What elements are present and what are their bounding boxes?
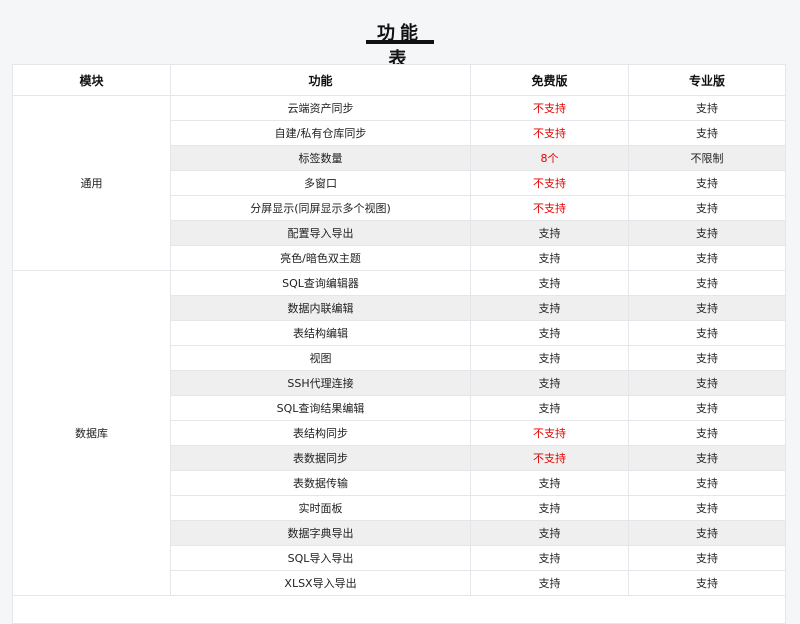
pro-edition-cell: 支持: [696, 402, 718, 415]
feature-cell: SQL查询编辑器: [171, 271, 471, 295]
pro-edition-cell: 支持: [696, 527, 718, 540]
feature-cell: 实时面板: [171, 496, 471, 520]
feature-cell: 表数据传输: [171, 471, 471, 495]
feature-cell: 分屏显示(同屏显示多个视图): [171, 196, 471, 220]
free-edition-cell: 支持: [471, 571, 629, 595]
feature-cell: 表结构同步: [171, 421, 471, 445]
free-edition-cell: 不支持: [471, 196, 629, 220]
pro-edition-cell: 不限制: [690, 152, 724, 165]
table-row: 云端资产同步 不支持 支持: [171, 96, 785, 121]
free-edition-cell: 不支持: [471, 96, 629, 120]
table-row: 表结构同步 不支持 支持: [171, 421, 785, 446]
table-row: 配置导入导出 支持 支持: [171, 221, 785, 246]
module-cell: 通用: [13, 96, 171, 271]
table-row: 标签数量 8个 不限制: [171, 146, 785, 171]
module-cell: 数据库: [13, 271, 171, 596]
table-row: 亮色/暗色双主题 支持 支持: [171, 246, 785, 271]
free-edition-cell: 支持: [471, 296, 629, 320]
pro-edition-cell: 支持: [696, 252, 718, 265]
table-row: 表数据传输 支持 支持: [171, 471, 785, 496]
pro-edition-cell: 支持: [696, 552, 718, 565]
feature-cell: 数据内联编辑: [171, 296, 471, 320]
feature-cell: 表结构编辑: [171, 321, 471, 345]
table-row: 自建/私有仓库同步 不支持 支持: [171, 121, 785, 146]
free-edition-cell: 支持: [471, 496, 629, 520]
table-row: 表结构编辑 支持 支持: [171, 321, 785, 346]
feature-cell: 数据字典导出: [171, 521, 471, 545]
pro-edition-cell: 支持: [696, 177, 718, 190]
free-edition-cell: 不支持: [471, 171, 629, 195]
header-pro: 专业版: [688, 73, 725, 88]
feature-cell: 表数据同步: [171, 446, 471, 470]
feature-cell: 多窗口: [171, 171, 471, 195]
pro-edition-cell: 支持: [696, 352, 718, 365]
free-edition-cell: 支持: [471, 346, 629, 370]
free-edition-cell: 支持: [471, 371, 629, 395]
table-row: 数据内联编辑 支持 支持: [171, 296, 785, 321]
table-row: 分屏显示(同屏显示多个视图) 不支持 支持: [171, 196, 785, 221]
pro-edition-cell: 支持: [696, 377, 718, 390]
free-edition-cell: 支持: [471, 221, 629, 245]
table-row: 视图 支持 支持: [171, 346, 785, 371]
table-row: SQL导入导出 支持 支持: [171, 546, 785, 571]
pro-edition-cell: 支持: [696, 127, 718, 140]
feature-table: 模块 功能 免费版 专业版 通用 数据库 云端资产同步 不支持 支持 自建/私有仓库同步…: [12, 64, 786, 624]
feature-cell: 云端资产同步: [171, 96, 471, 120]
pro-edition-cell: 支持: [696, 477, 718, 490]
feature-cell: 配置导入导出: [171, 221, 471, 245]
table-row: 多窗口 不支持 支持: [171, 171, 785, 196]
pro-edition-cell: 支持: [696, 227, 718, 240]
pro-edition-cell: 支持: [696, 302, 718, 315]
table-header: 模块 功能 免费版 专业版: [13, 65, 785, 96]
title-area: 功能表: [0, 0, 800, 70]
pro-edition-cell: 支持: [696, 502, 718, 515]
feature-cell: SQL查询结果编辑: [171, 396, 471, 420]
free-edition-cell: 支持: [471, 521, 629, 545]
feature-cell: SSH代理连接: [171, 371, 471, 395]
free-edition-cell: 不支持: [471, 421, 629, 445]
header-module: 模块: [13, 65, 171, 95]
feature-cell: XLSX导入导出: [171, 571, 471, 595]
table-row: 表数据同步 不支持 支持: [171, 446, 785, 471]
free-edition-cell: 支持: [471, 396, 629, 420]
free-edition-cell: 支持: [471, 246, 629, 270]
feature-cell: 视图: [171, 346, 471, 370]
table-row: 实时面板 支持 支持: [171, 496, 785, 521]
header-free: 免费版: [471, 65, 629, 95]
pro-edition-cell: 支持: [696, 102, 718, 115]
header-feature: 功能: [171, 65, 471, 95]
table-row: SQL查询结果编辑 支持 支持: [171, 396, 785, 421]
free-edition-cell: 支持: [471, 471, 629, 495]
table-body: 云端资产同步 不支持 支持 自建/私有仓库同步 不支持 支持 标签数量 8个 不限制 多窗口 不支持…: [171, 96, 785, 596]
pro-edition-cell: 支持: [696, 202, 718, 215]
free-edition-cell: 支持: [471, 321, 629, 345]
table-row: SSH代理连接 支持 支持: [171, 371, 785, 396]
pro-edition-cell: 支持: [696, 577, 718, 590]
free-edition-cell: 支持: [471, 546, 629, 570]
pro-edition-cell: 支持: [696, 427, 718, 440]
feature-cell: 亮色/暗色双主题: [171, 246, 471, 270]
pro-edition-cell: 支持: [696, 452, 718, 465]
table-row: 数据字典导出 支持 支持: [171, 521, 785, 546]
table-row: XLSX导入导出 支持 支持: [171, 571, 785, 596]
free-edition-cell: 支持: [471, 271, 629, 295]
feature-cell: SQL导入导出: [171, 546, 471, 570]
table-row: SQL查询编辑器 支持 支持: [171, 271, 785, 296]
feature-cell: 自建/私有仓库同步: [171, 121, 471, 145]
pro-edition-cell: 支持: [696, 327, 718, 340]
free-edition-cell: 不支持: [471, 446, 629, 470]
feature-cell: 标签数量: [171, 146, 471, 170]
free-edition-cell: 8个: [471, 146, 629, 170]
title-underline: [366, 40, 434, 44]
pro-edition-cell: 支持: [696, 277, 718, 290]
free-edition-cell: 不支持: [471, 121, 629, 145]
